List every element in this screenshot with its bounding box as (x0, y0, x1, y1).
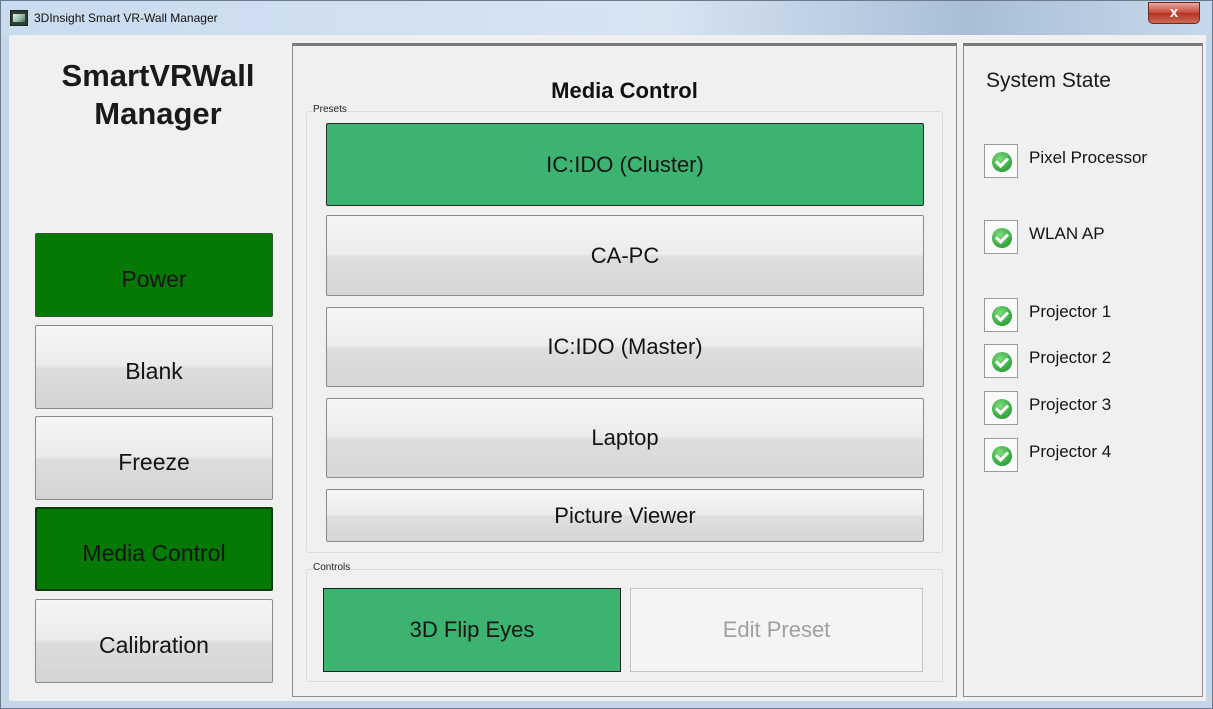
app-window: 3DInsight Smart VR-Wall Manager x SmartV… (0, 0, 1213, 709)
preset-label: IC:IDO (Cluster) (546, 151, 704, 177)
preset-laptop[interactable]: Laptop (326, 398, 924, 478)
state-label: Projector 2 (1029, 348, 1112, 367)
check-icon (992, 306, 1012, 326)
freeze-button[interactable]: Freeze (35, 416, 273, 500)
calibration-button-label: Calibration (99, 631, 209, 658)
panel-title: Media Control (551, 78, 698, 103)
status-indicator (984, 220, 1018, 254)
client-area: SmartVRWall Manager Power Blank Freeze M… (9, 35, 1206, 701)
check-icon (992, 446, 1012, 466)
presets-group-label: Presets (313, 104, 347, 115)
edit-preset-label: Edit Preset (722, 617, 831, 642)
preset-ca-pc[interactable]: CA-PC (326, 215, 924, 296)
blank-button-label: Blank (125, 357, 183, 384)
preset-label: CA-PC (590, 242, 660, 268)
blank-button[interactable]: Blank (35, 325, 273, 409)
check-icon (992, 352, 1012, 372)
media-control-button[interactable]: Media Control (35, 507, 273, 591)
app-title: SmartVRWall Manager (27, 57, 289, 133)
power-button[interactable]: Power (35, 233, 273, 317)
power-button-label: Power (121, 265, 187, 292)
state-label: Projector 4 (1029, 442, 1112, 461)
check-icon (992, 152, 1012, 172)
preset-ic-ido-cluster[interactable]: IC:IDO (Cluster) (326, 123, 924, 206)
status-indicator (984, 391, 1018, 425)
check-icon (992, 399, 1012, 419)
calibration-button[interactable]: Calibration (35, 599, 273, 683)
preset-label: Laptop (591, 425, 659, 450)
status-indicator (984, 438, 1018, 472)
preset-ic-ido-master[interactable]: IC:IDO (Master) (326, 307, 924, 387)
app-title-line-1: SmartVRWall (61, 58, 255, 93)
3d-flip-eyes-label: 3D Flip Eyes (409, 617, 535, 642)
preset-label: IC:IDO (Master) (547, 334, 703, 359)
status-indicator (984, 144, 1018, 178)
system-state-panel: System State Pixel Processor WLAN AP Pro… (963, 43, 1203, 697)
media-control-panel: Media Control Presets IC:IDO (Cluster) C… (292, 43, 957, 697)
status-indicator (984, 344, 1018, 378)
status-indicator (984, 298, 1018, 332)
preset-picture-viewer[interactable]: Picture Viewer (326, 489, 924, 542)
window-title: 3DInsight Smart VR-Wall Manager (34, 11, 218, 25)
edit-preset-button[interactable]: Edit Preset (630, 588, 923, 672)
close-button[interactable]: x (1148, 2, 1200, 24)
state-label: WLAN AP (1029, 224, 1105, 243)
state-label: Projector 3 (1029, 395, 1112, 414)
title-bar[interactable]: 3DInsight Smart VR-Wall Manager x (1, 1, 1212, 35)
controls-group-label: Controls (313, 562, 351, 573)
check-icon (992, 228, 1012, 248)
freeze-button-label: Freeze (118, 448, 190, 475)
media-control-button-label: Media Control (82, 539, 226, 566)
state-label: Projector 1 (1029, 302, 1112, 321)
app-icon (10, 10, 28, 26)
app-title-line-2: Manager (94, 96, 222, 131)
3d-flip-eyes-button[interactable]: 3D Flip Eyes (323, 588, 621, 672)
state-label: Pixel Processor (1029, 148, 1148, 167)
system-state-title: System State (986, 69, 1111, 92)
preset-label: Picture Viewer (554, 502, 696, 528)
